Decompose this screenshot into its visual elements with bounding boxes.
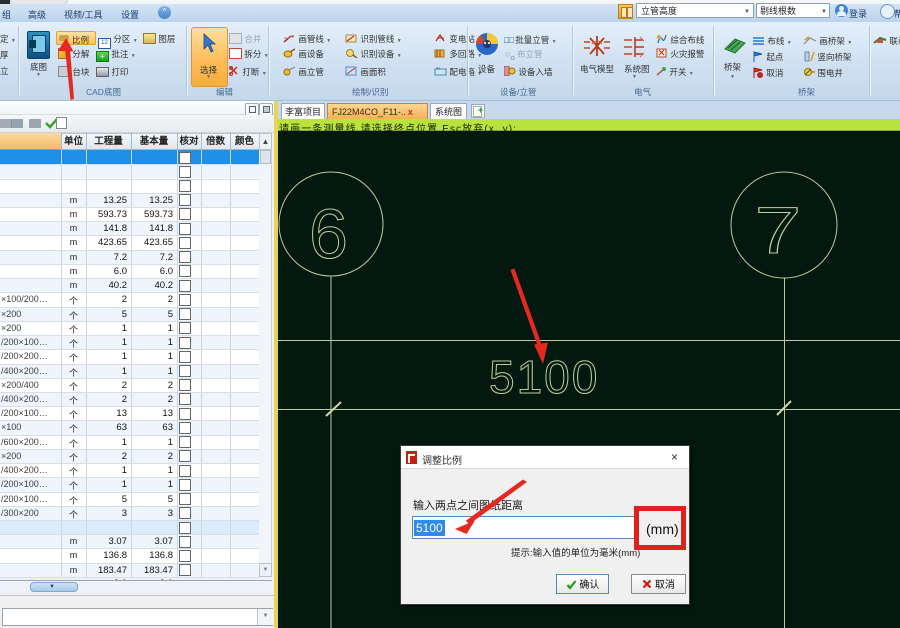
svg-text:6: 6 xyxy=(309,195,348,273)
svg-text:7: 7 xyxy=(755,194,802,267)
svg-text:AL: AL xyxy=(436,66,442,71)
